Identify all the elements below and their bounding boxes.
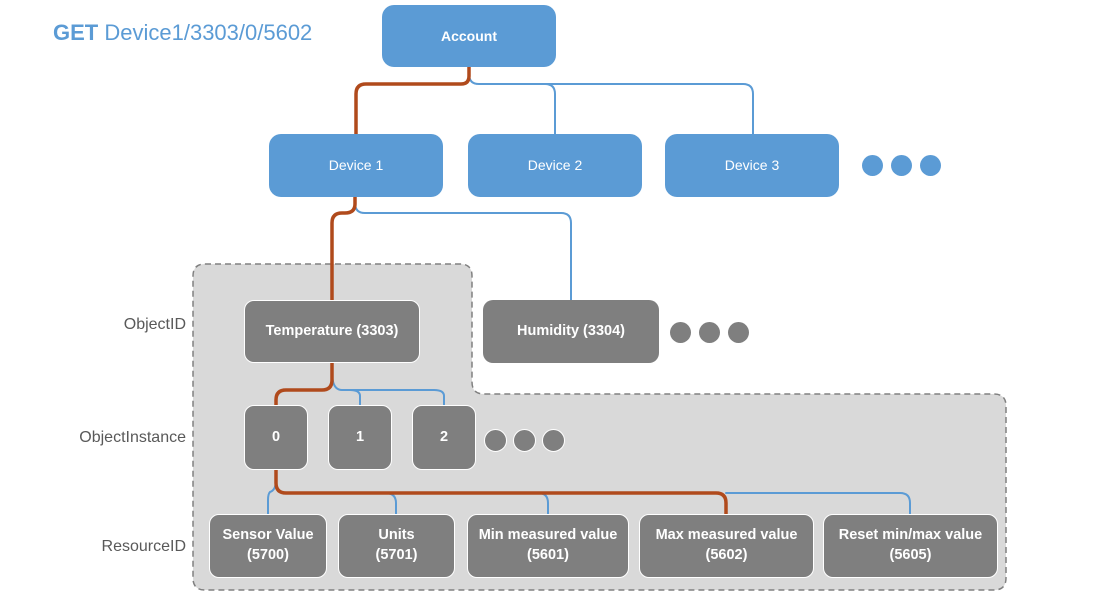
resource-node-max-measured[interactable]: Max measured value (5602) <box>639 514 814 578</box>
resource-node-reset[interactable]: Reset min/max value (5605) <box>823 514 998 578</box>
resource-name: Max measured value <box>655 527 798 544</box>
connector-account-device2 <box>468 73 556 135</box>
device-label: Device 3 <box>724 157 780 174</box>
device-node-1[interactable]: Device 1 <box>269 134 443 197</box>
selected-path-account-device1 <box>354 65 471 136</box>
instance-label: 1 <box>355 428 365 445</box>
resource-id: (5602) <box>705 547 748 563</box>
row-label-object-instance: ObjectInstance <box>79 429 186 446</box>
ellipsis-dot <box>542 429 565 452</box>
connector-account-device3 <box>544 83 754 135</box>
instance-node-1[interactable]: 1 <box>328 405 392 470</box>
resource-name: Sensor Value <box>222 527 314 544</box>
resource-name: Units <box>378 527 415 544</box>
row-label-object-id: ObjectID <box>123 316 186 333</box>
http-verb: GET <box>53 20 99 45</box>
instance-node-2[interactable]: 2 <box>412 405 476 470</box>
instance-label: 2 <box>439 428 449 445</box>
resource-id: (5700) <box>247 547 289 563</box>
ellipsis-dot <box>891 155 912 176</box>
ellipsis-dot <box>484 429 507 452</box>
ellipsis-dot <box>920 155 941 176</box>
ellipsis-dot <box>699 322 720 343</box>
device-node-3[interactable]: Device 3 <box>665 134 839 197</box>
ellipsis-dot <box>862 155 883 176</box>
resource-id: (5601) <box>527 547 569 563</box>
resource-id: (5701) <box>375 547 418 563</box>
object-label: Temperature (3303) <box>265 322 399 339</box>
account-node[interactable]: Account <box>382 5 556 67</box>
resource-node-sensor-value[interactable]: Sensor Value (5700) <box>209 514 327 578</box>
object-node-temperature[interactable]: Temperature (3303) <box>244 300 420 363</box>
resource-name: Reset min/max value <box>838 527 983 544</box>
device-node-2[interactable]: Device 2 <box>468 134 642 197</box>
object-label: Humidity (3304) <box>517 322 625 339</box>
ellipsis-dot <box>513 429 536 452</box>
resource-id: (5605) <box>889 547 932 563</box>
row-label-resource-id: ResourceID <box>101 538 186 555</box>
device-label: Device 2 <box>527 157 583 174</box>
request-path: Device1/3303/0/5602 <box>104 20 313 45</box>
device-label: Device 1 <box>328 157 384 174</box>
ellipsis-dot <box>670 322 691 343</box>
resource-name: Min measured value <box>478 527 618 544</box>
account-label: Account <box>441 27 497 44</box>
ellipsis-dot <box>728 322 749 343</box>
instance-node-0[interactable]: 0 <box>244 405 308 470</box>
request-title: GET Device1/3303/0/5602 <box>53 20 312 46</box>
object-node-humidity[interactable]: Humidity (3304) <box>483 300 659 363</box>
instance-label: 0 <box>271 428 281 445</box>
resource-node-min-measured[interactable]: Min measured value (5601) <box>467 514 629 578</box>
resource-node-units[interactable]: Units (5701) <box>338 514 455 578</box>
